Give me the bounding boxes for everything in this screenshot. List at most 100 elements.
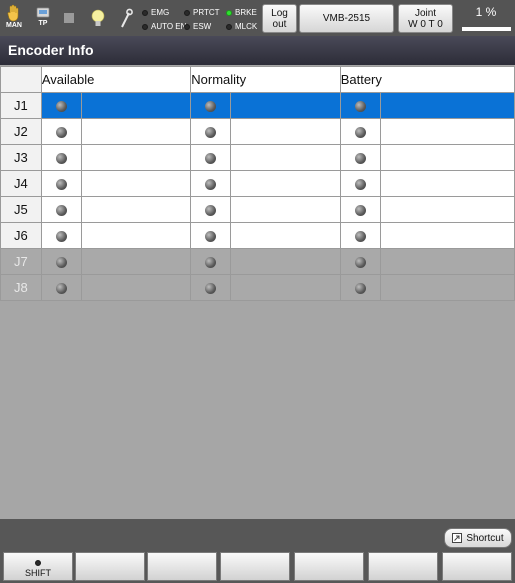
joint-coord-button[interactable]: Joint W 0 T 0	[398, 4, 453, 33]
battery-status-cell	[339, 118, 381, 145]
table-row[interactable]: J8	[0, 274, 515, 301]
column-header-normality: Normality	[190, 66, 341, 93]
corner-cell	[0, 66, 42, 93]
battery-lamp-icon	[354, 283, 366, 295]
encoder-table: Available Normality Battery J1 J2 J3 J4 J5 J6…	[0, 66, 515, 301]
mlck-status-icon	[226, 23, 232, 30]
normality-value-cell	[230, 144, 341, 171]
battery-status-cell	[339, 144, 381, 171]
normality-value-cell	[230, 196, 341, 223]
manual-mode-indicator[interactable]: MAN	[6, 4, 22, 29]
table-row[interactable]: J1	[0, 92, 515, 119]
auto-en-status-icon	[142, 23, 148, 30]
tp-label: TP	[38, 20, 48, 27]
table-row[interactable]: J5	[0, 196, 515, 223]
lamp-icon[interactable]	[90, 9, 106, 29]
available-status-cell	[40, 118, 82, 145]
speed-bar	[462, 27, 511, 31]
function-key-2[interactable]	[75, 552, 145, 581]
stop-icon[interactable]	[64, 13, 74, 23]
table-header-row: Available Normality Battery	[0, 66, 515, 93]
mode-label: MAN	[6, 22, 22, 29]
battery-lamp-icon	[354, 179, 366, 191]
function-key-7[interactable]	[442, 552, 512, 581]
function-key-5[interactable]	[294, 552, 364, 581]
available-status-cell	[40, 170, 82, 197]
emg-indicator: EMG	[142, 8, 169, 17]
battery-status-cell	[339, 170, 381, 197]
battery-value-cell	[379, 248, 515, 275]
joint-label: J6	[0, 222, 42, 249]
normality-status-cell	[190, 248, 232, 275]
prtct-indicator: PRTCT	[184, 8, 220, 17]
normality-lamp-icon	[205, 231, 217, 243]
available-lamp-icon	[55, 257, 67, 269]
function-key-3[interactable]	[147, 552, 217, 581]
top-status-bar: MAN TP EMG AUTO EN PRTCT ESW BRKE MLCK L…	[0, 0, 515, 36]
normality-value-cell	[230, 274, 341, 301]
function-key-6[interactable]	[368, 552, 438, 581]
table-row[interactable]: J3	[0, 144, 515, 171]
table-row[interactable]: J7	[0, 248, 515, 275]
joint-label: J5	[0, 196, 42, 223]
wrench-icon[interactable]	[119, 8, 133, 28]
robot-name-button[interactable]: VMB-2515	[299, 4, 394, 33]
panel-title: Encoder Info	[0, 36, 515, 65]
normality-status-cell	[190, 274, 232, 301]
joint-title: Joint	[414, 7, 437, 19]
battery-status-cell	[339, 248, 381, 275]
available-status-cell	[40, 248, 82, 275]
battery-value-cell	[379, 196, 515, 223]
available-value-cell	[80, 248, 192, 275]
available-lamp-icon	[55, 101, 67, 113]
available-lamp-icon	[55, 179, 67, 191]
normality-value-cell	[230, 92, 341, 119]
battery-value-cell	[379, 92, 515, 119]
battery-value-cell	[379, 170, 515, 197]
esw-indicator: ESW	[184, 22, 211, 31]
brke-indicator: BRKE	[226, 8, 257, 17]
battery-lamp-icon	[354, 257, 366, 269]
function-key-4[interactable]	[220, 552, 290, 581]
table-row[interactable]: J2	[0, 118, 515, 145]
battery-lamp-icon	[354, 127, 366, 139]
available-value-cell	[80, 222, 192, 249]
available-status-cell	[40, 196, 82, 223]
available-value-cell	[80, 196, 192, 223]
normality-status-cell	[190, 92, 232, 119]
hand-icon	[7, 4, 19, 22]
esw-status-icon	[184, 23, 190, 30]
battery-value-cell	[379, 118, 515, 145]
shortcut-button[interactable]: Shortcut	[444, 528, 512, 548]
logout-button[interactable]: Log out	[262, 4, 297, 33]
prtct-status-icon	[184, 9, 190, 16]
teach-pendant-indicator[interactable]: TP	[35, 4, 51, 27]
available-value-cell	[80, 170, 192, 197]
joint-label: J1	[0, 92, 42, 119]
joint-label: J3	[0, 144, 42, 171]
available-lamp-icon	[55, 205, 67, 217]
brke-status-icon	[226, 9, 232, 16]
normality-status-cell	[190, 222, 232, 249]
shift-status-icon	[35, 560, 41, 566]
table-row[interactable]: J4	[0, 170, 515, 197]
shift-button[interactable]: SHIFT	[3, 552, 73, 581]
available-status-cell	[40, 222, 82, 249]
column-header-available: Available	[40, 66, 192, 93]
normality-lamp-icon	[205, 205, 217, 217]
available-lamp-icon	[55, 283, 67, 295]
table-row[interactable]: J6	[0, 222, 515, 249]
joint-label: J2	[0, 118, 42, 145]
normality-status-cell	[190, 196, 232, 223]
joint-label: J4	[0, 170, 42, 197]
normality-lamp-icon	[205, 179, 217, 191]
normality-value-cell	[230, 248, 341, 275]
available-lamp-icon	[55, 127, 67, 139]
normality-value-cell	[230, 118, 341, 145]
available-value-cell	[80, 274, 192, 301]
shortcut-icon	[452, 533, 463, 543]
battery-lamp-icon	[354, 205, 366, 217]
joint-label: J7	[0, 248, 42, 275]
normality-lamp-icon	[205, 283, 217, 295]
normality-status-cell	[190, 118, 232, 145]
